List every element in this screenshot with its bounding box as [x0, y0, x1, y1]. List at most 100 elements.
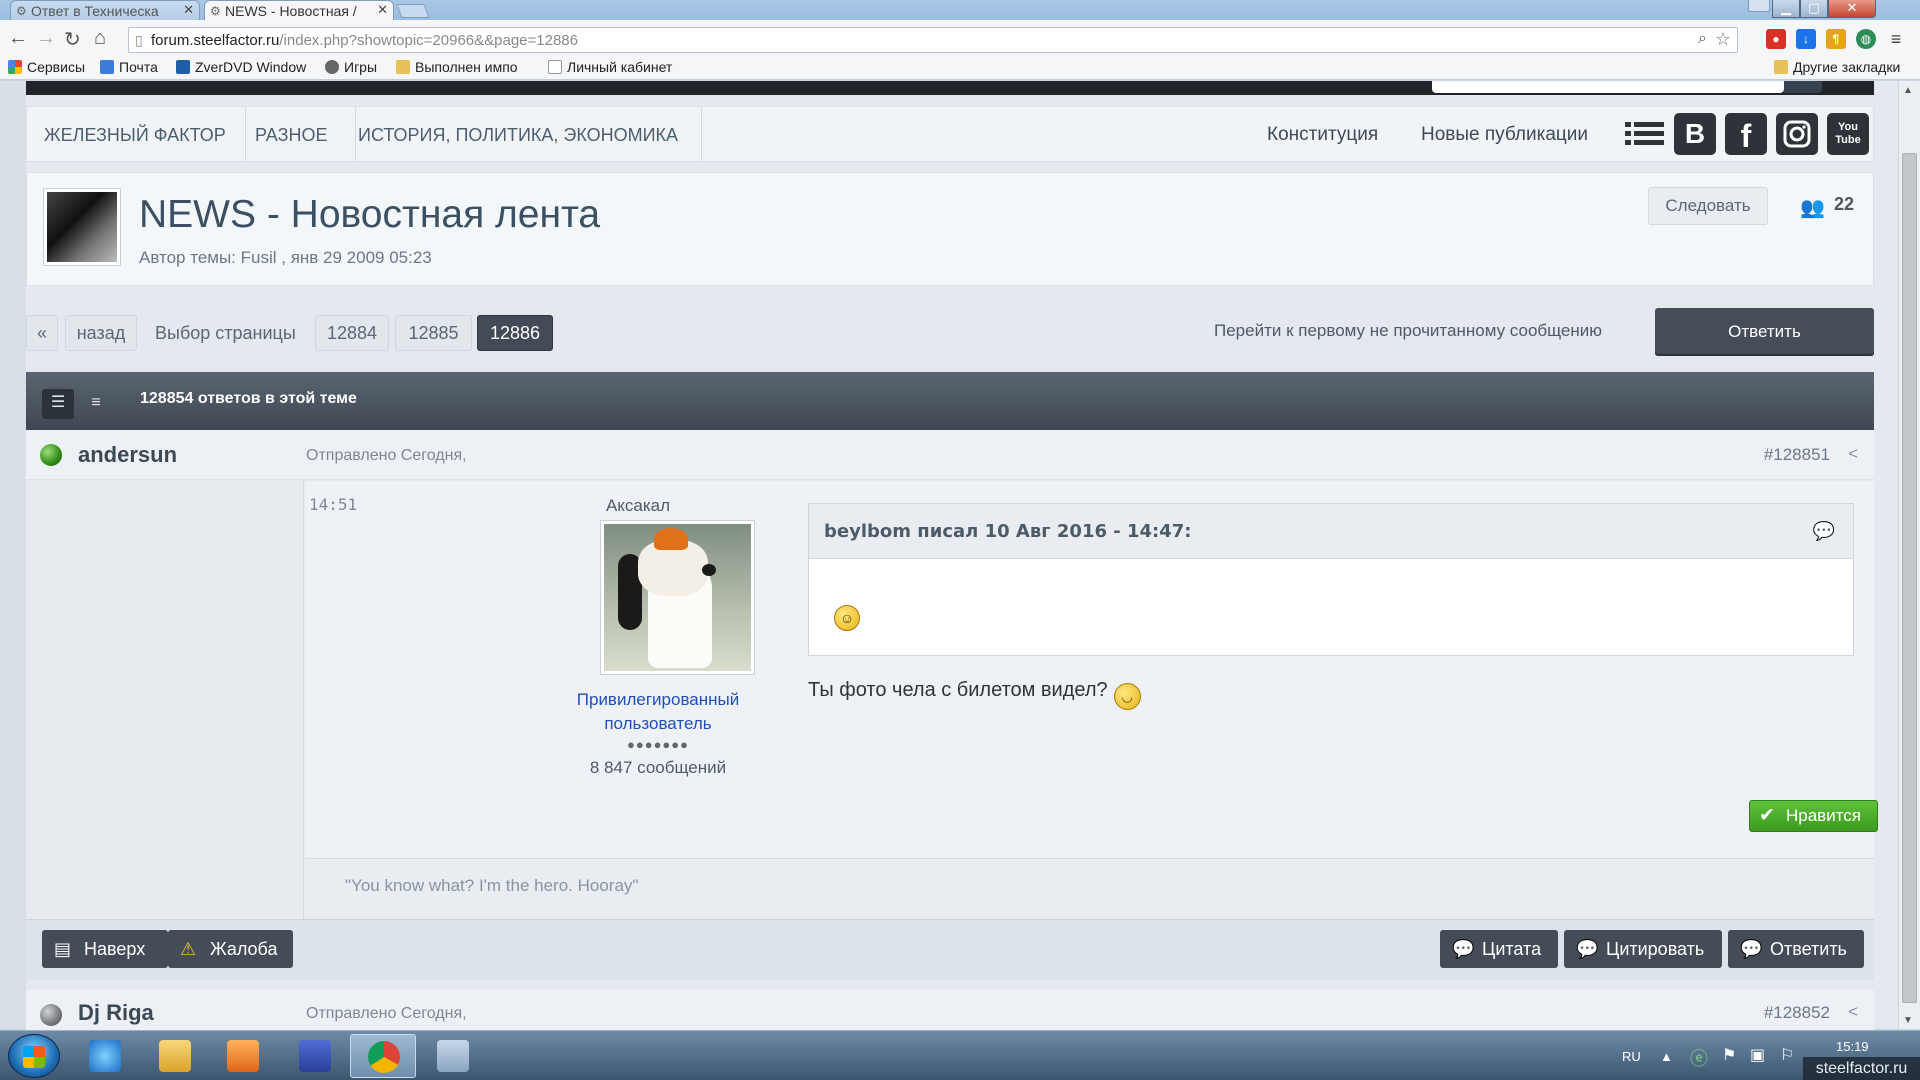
close-tab-icon[interactable]: ✕: [377, 2, 388, 18]
topic-author-avatar[interactable]: [43, 188, 121, 266]
language-indicator[interactable]: RU: [1622, 1049, 1641, 1064]
scroll-down-icon[interactable]: ▼: [1903, 1015, 1913, 1026]
reply-post-button[interactable]: 💬 Ответить: [1728, 930, 1864, 968]
page-scrollbar[interactable]: ▲ ▼: [1898, 81, 1920, 1029]
quote-header: beylbom писал 10 Авг 2016 - 14:47: 💬: [809, 504, 1853, 559]
floppy-icon: [299, 1040, 331, 1072]
home-icon[interactable]: ⌂: [94, 27, 106, 50]
scroll-up-icon[interactable]: ▲: [1903, 85, 1913, 96]
minimize-button[interactable]: ▁: [1772, 0, 1800, 18]
bookmark-zverdvd[interactable]: ZverDVD Window: [176, 59, 306, 75]
followers-icon: 👥: [1800, 197, 1825, 219]
post-number-link[interactable]: #128852: [1764, 1003, 1830, 1023]
share-icon[interactable]: <: [1848, 1002, 1858, 1022]
download-extension-icon[interactable]: ↓: [1796, 29, 1816, 49]
first-unread-link[interactable]: Перейти к первому не прочитанному сообще…: [1214, 321, 1602, 341]
breadcrumb-item[interactable]: РАЗНОЕ: [255, 125, 327, 146]
top-button[interactable]: ▤ Наверх: [42, 930, 168, 968]
other-bookmarks[interactable]: Другие закладки: [1774, 59, 1900, 75]
tab-strip: ⚙ Ответ в Техническа ✕ ⚙ NEWS - Новостна…: [0, 0, 1920, 20]
taskbar-chrome[interactable]: [350, 1034, 416, 1078]
instagram-icon[interactable]: [1776, 113, 1818, 155]
online-status-icon: [40, 444, 62, 466]
bookmark-apps[interactable]: Сервисы: [8, 59, 85, 75]
start-button[interactable]: [8, 1034, 60, 1078]
close-window-button[interactable]: ✕: [1828, 0, 1876, 18]
breadcrumb-item[interactable]: ЖЕЛЕЗНЫЙ ФАКТОР: [44, 125, 226, 146]
reply-button[interactable]: Ответить: [1655, 308, 1874, 356]
facebook-icon[interactable]: f: [1725, 113, 1767, 155]
post-author[interactable]: Dj Riga: [78, 1000, 154, 1026]
follow-button[interactable]: Следовать: [1648, 187, 1768, 225]
report-button[interactable]: ⚠ Жалоба: [168, 930, 293, 968]
left-rail: [0, 81, 26, 1029]
share-icon[interactable]: <: [1848, 444, 1858, 464]
close-tab-icon[interactable]: ✕: [183, 2, 194, 18]
forward-arrow-icon[interactable]: →: [36, 27, 56, 50]
bookmark-mail[interactable]: Почта: [100, 59, 158, 75]
tray-monitor-icon[interactable]: ▣: [1750, 1045, 1765, 1065]
quote-link-icon[interactable]: 💬: [1813, 521, 1835, 542]
scrollbar-thumb[interactable]: [1902, 153, 1917, 1003]
post-header: andersun Отправлено Сегодня, #128851 <: [26, 430, 1874, 480]
profile-button[interactable]: [1748, 0, 1770, 12]
globe-extension-icon[interactable]: ◍: [1856, 29, 1876, 49]
threaded-view-icon[interactable]: ☰: [42, 389, 74, 419]
user-post-count: 8 847 сообщений: [589, 758, 727, 777]
first-page-button[interactable]: «: [26, 315, 58, 351]
post-number-link[interactable]: #128851: [1764, 445, 1830, 465]
list-icon[interactable]: [1623, 113, 1665, 155]
tray-network-icon[interactable]: ⚑: [1722, 1045, 1736, 1065]
taskbar-ie[interactable]: [72, 1034, 138, 1078]
multiquote-button[interactable]: 💬 Цитировать: [1564, 930, 1722, 968]
current-page[interactable]: 12886: [477, 315, 553, 351]
tab-title: NEWS - Новостная /: [225, 3, 357, 19]
search-button[interactable]: [1784, 81, 1822, 93]
post-actions: ▤ Наверх ⚠ Жалоба 💬 Цитата 💬 Цитировать 💬 Отв…: [26, 919, 1874, 980]
warning-icon: ⚠: [180, 939, 197, 959]
clock[interactable]: 15:19: [1836, 1039, 1869, 1054]
tray-e-icon[interactable]: ⓔ: [1690, 1045, 1708, 1071]
page-link[interactable]: 12884: [315, 315, 389, 351]
taskbar-explorer[interactable]: [142, 1034, 208, 1078]
bookmark-games[interactable]: Игры: [325, 59, 377, 75]
taskbar-media-player[interactable]: [210, 1034, 276, 1078]
linear-view-icon[interactable]: ≡: [80, 389, 112, 419]
address-bar[interactable]: ▯ forum.steelfactor.ru/index.php?showtop…: [128, 27, 1738, 53]
bookmark-star-icon[interactable]: ☆: [1715, 29, 1731, 50]
bookmark-cabinet[interactable]: Личный кабинет: [548, 59, 672, 75]
search-input[interactable]: [1432, 81, 1784, 93]
chrome-icon: [368, 1041, 400, 1073]
page-link[interactable]: 12885: [395, 315, 472, 351]
taskbar-save-app[interactable]: [282, 1034, 348, 1078]
page-up-icon: ▤: [54, 939, 72, 959]
menu-icon[interactable]: ≡: [1886, 29, 1906, 49]
vk-icon[interactable]: B: [1674, 113, 1716, 155]
gear-icon: [325, 60, 339, 74]
maximize-button[interactable]: ▢: [1800, 0, 1828, 18]
quote-button[interactable]: 💬 Цитата: [1440, 930, 1558, 968]
url-text[interactable]: forum.steelfactor.ru/index.php?showtopic…: [151, 32, 578, 49]
avatar[interactable]: [600, 520, 755, 675]
nav-link-constitution[interactable]: Конституция: [1267, 124, 1378, 146]
reply-count: 128854 ответов в этой теме: [140, 390, 357, 407]
post-author[interactable]: andersun: [78, 442, 177, 468]
nav-link-new-posts[interactable]: Новые публикации: [1421, 124, 1588, 146]
adblock-extension-icon[interactable]: ●: [1766, 29, 1786, 49]
bookmark-imported[interactable]: Выполнен импо: [396, 59, 518, 75]
quote-block: beylbom писал 10 Авг 2016 - 14:47: 💬 ☺: [808, 503, 1854, 656]
tray-flag-icon[interactable]: ⚐: [1780, 1045, 1794, 1065]
zoom-icon[interactable]: ⌕: [1698, 30, 1707, 48]
youtube-icon[interactable]: You Tube: [1827, 113, 1869, 155]
taskbar-messenger[interactable]: [420, 1034, 486, 1078]
browser-tab[interactable]: ⚙ Ответ в Техническа ✕: [10, 0, 200, 20]
breadcrumb-item[interactable]: ИСТОРИЯ, ПОЛИТИКА, ЭКОНОМИКА: [358, 125, 678, 146]
reload-icon[interactable]: ↻: [64, 27, 81, 52]
browser-tab-active[interactable]: ⚙ NEWS - Новостная / ✕: [204, 0, 394, 20]
tray-expand-icon[interactable]: ▲: [1660, 1049, 1673, 1064]
prev-page-button[interactable]: назад: [65, 315, 137, 351]
translate-extension-icon[interactable]: ¶: [1826, 29, 1846, 49]
back-arrow-icon[interactable]: ←: [8, 27, 28, 50]
like-button[interactable]: ✔ Нравится: [1749, 800, 1878, 832]
new-tab-button[interactable]: [396, 4, 430, 18]
